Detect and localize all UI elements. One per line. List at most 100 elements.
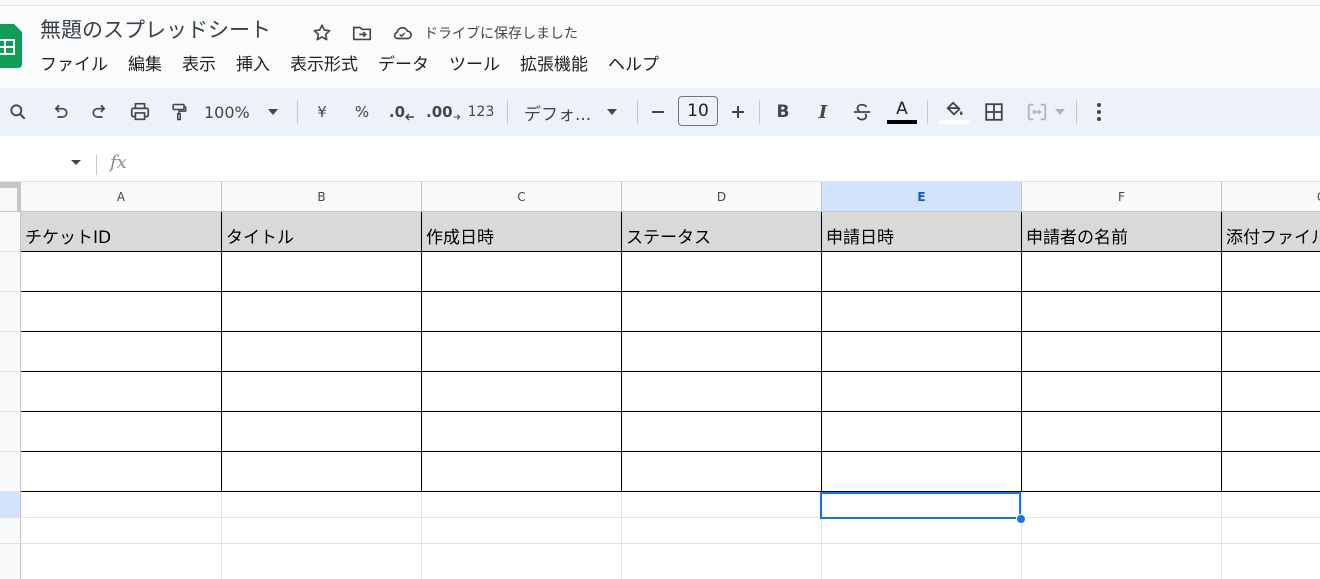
cell-d8[interactable] (622, 492, 822, 518)
row-header[interactable] (0, 332, 21, 372)
search-menus-button[interactable] (4, 88, 32, 136)
cell-a10[interactable] (21, 544, 222, 579)
column-header-b[interactable]: B (222, 182, 422, 212)
decrease-font-size-button[interactable] (646, 88, 670, 136)
redo-button[interactable] (86, 88, 114, 136)
row-header[interactable] (0, 412, 21, 452)
cell-c5[interactable] (422, 372, 622, 412)
cell-e8[interactable] (822, 492, 1022, 518)
cell-b6[interactable] (222, 412, 422, 452)
cell-f4[interactable] (1022, 332, 1222, 372)
cell-g9[interactable] (1222, 518, 1320, 544)
column-header-c[interactable]: C (422, 182, 622, 212)
font-family-select[interactable]: デフォ... (524, 88, 624, 136)
cell-c2[interactable] (422, 252, 622, 292)
row-header[interactable] (0, 292, 21, 332)
formula-bar[interactable] (0, 136, 1320, 182)
strikethrough-button[interactable] (848, 88, 876, 136)
star-icon[interactable] (311, 22, 333, 44)
cell-g3[interactable] (1222, 292, 1320, 332)
row-header[interactable] (0, 518, 21, 544)
cell-b2[interactable] (222, 252, 422, 292)
cell-c7[interactable] (422, 452, 622, 492)
cell-g4[interactable] (1222, 332, 1320, 372)
row-header[interactable] (0, 372, 21, 412)
column-header-f[interactable]: F (1022, 182, 1222, 212)
cell-b1[interactable]: タイトル (222, 212, 422, 252)
cell-e9[interactable] (822, 518, 1022, 544)
cell-e5[interactable] (822, 372, 1022, 412)
cell-a9[interactable] (21, 518, 222, 544)
column-header-a[interactable]: A (21, 182, 222, 212)
menu-edit[interactable]: 編集 (118, 52, 172, 78)
menu-tools[interactable]: ツール (439, 52, 510, 78)
cell-a8[interactable] (21, 492, 222, 518)
cell-a5[interactable] (21, 372, 222, 412)
undo-button[interactable] (46, 88, 74, 136)
row-header[interactable] (0, 212, 21, 252)
more-formats-button[interactable]: 123 (466, 88, 496, 136)
cell-f6[interactable] (1022, 412, 1222, 452)
cell-e10[interactable] (822, 544, 1022, 579)
cell-g6[interactable] (1222, 412, 1320, 452)
cell-f9[interactable] (1022, 518, 1222, 544)
cell-c1[interactable]: 作成日時 (422, 212, 622, 252)
merge-cells-button[interactable] (1020, 88, 1070, 136)
zoom-select[interactable]: 100% (204, 88, 290, 136)
fill-color-button[interactable] (938, 88, 970, 136)
cell-e2[interactable] (822, 252, 1022, 292)
decrease-decimal-button[interactable]: .0 (386, 88, 418, 136)
cell-a4[interactable] (21, 332, 222, 372)
menu-data[interactable]: データ (368, 52, 439, 78)
spreadsheet-grid[interactable]: A B C D E F G チケットID タイトル 作成日時 ステータス 申請日… (0, 182, 1320, 579)
row-header[interactable] (0, 492, 21, 518)
cell-c4[interactable] (422, 332, 622, 372)
cell-b10[interactable] (222, 544, 422, 579)
cell-e3[interactable] (822, 292, 1022, 332)
cell-c10[interactable] (422, 544, 622, 579)
cell-g5[interactable] (1222, 372, 1320, 412)
cell-e4[interactable] (822, 332, 1022, 372)
cell-f10[interactable] (1022, 544, 1222, 579)
currency-format-button[interactable]: ¥ (308, 88, 336, 136)
paint-format-button[interactable] (166, 88, 192, 136)
cell-d2[interactable] (622, 252, 822, 292)
cell-b8[interactable] (222, 492, 422, 518)
row-header[interactable] (0, 452, 21, 492)
document-title[interactable]: 無題のスプレッドシート (40, 16, 271, 44)
cell-d5[interactable] (622, 372, 822, 412)
cell-f7[interactable] (1022, 452, 1222, 492)
cell-a6[interactable] (21, 412, 222, 452)
cell-a3[interactable] (21, 292, 222, 332)
cloud-saved-icon[interactable] (391, 22, 413, 44)
cell-a1[interactable]: チケットID (21, 212, 222, 252)
cell-b4[interactable] (222, 332, 422, 372)
menu-format[interactable]: 表示形式 (280, 52, 368, 78)
cell-b7[interactable] (222, 452, 422, 492)
menu-insert[interactable]: 挿入 (226, 52, 280, 78)
cell-d1[interactable]: ステータス (622, 212, 822, 252)
cell-d6[interactable] (622, 412, 822, 452)
cell-a2[interactable] (21, 252, 222, 292)
cell-e1[interactable]: 申請日時 (822, 212, 1022, 252)
cell-g2[interactable] (1222, 252, 1320, 292)
cell-f3[interactable] (1022, 292, 1222, 332)
name-box-dropdown-icon[interactable] (71, 160, 81, 165)
column-header-d[interactable]: D (622, 182, 822, 212)
row-header[interactable] (0, 544, 21, 579)
bold-button[interactable]: B (770, 88, 796, 136)
cell-f8[interactable] (1022, 492, 1222, 518)
cell-d4[interactable] (622, 332, 822, 372)
italic-button[interactable]: I (810, 88, 836, 136)
menu-view[interactable]: 表示 (172, 52, 226, 78)
cell-g8[interactable] (1222, 492, 1320, 518)
cell-g10[interactable] (1222, 544, 1320, 579)
menu-extensions[interactable]: 拡張機能 (510, 52, 598, 78)
row-header[interactable] (0, 252, 21, 292)
cell-c9[interactable] (422, 518, 622, 544)
percent-format-button[interactable]: % (348, 88, 376, 136)
print-button[interactable] (126, 88, 154, 136)
column-header-e[interactable]: E (822, 182, 1022, 212)
cell-d7[interactable] (622, 452, 822, 492)
cell-c3[interactable] (422, 292, 622, 332)
